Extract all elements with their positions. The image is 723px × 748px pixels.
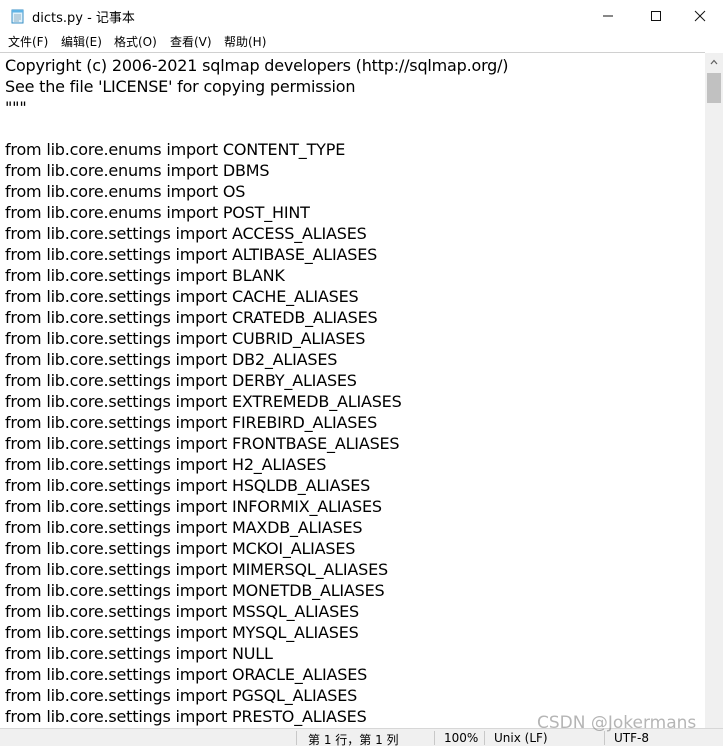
cursor-position: 第 1 行，第 1 列 [308,733,399,747]
watermark: CSDN @Jokermans [537,713,697,733]
text-line: from lib.core.settings import DERBY_ALIA… [5,371,357,390]
text-line: from lib.core.settings import CUBRID_ALI… [5,329,366,348]
text-line: from lib.core.enums import POST_HINT [5,203,310,222]
text-editor[interactable]: Copyright (c) 2006-2021 sqlmap developer… [0,52,705,729]
text-line: from lib.core.settings import ALTIBASE_A… [5,245,378,264]
text-line: from lib.core.settings import MAXDB_ALIA… [5,518,363,537]
status-separator [296,731,297,745]
text-line: from lib.core.settings import ORACLE_ALI… [5,665,368,684]
menu-edit[interactable]: 编辑(E) [61,34,102,50]
text-line: from lib.core.settings import NULL [5,644,273,663]
text-line: from lib.core.enums import CONTENT_TYPE [5,140,346,159]
vertical-scrollbar[interactable] [705,53,723,728]
text-line: from lib.core.settings import EXTREMEDB_… [5,392,402,411]
close-button[interactable] [677,0,723,32]
encoding: UTF-8 [614,731,649,745]
text-line: from lib.core.settings import DB2_ALIASE… [5,350,338,369]
title-bar[interactable]: dicts.py - 记事本 [0,0,723,32]
maximize-icon [651,11,661,21]
text-line: from lib.core.settings import PGSQL_ALIA… [5,686,358,705]
text-line: from lib.core.settings import CACHE_ALIA… [5,287,359,306]
text-line: from lib.core.settings import MSSQL_ALIA… [5,602,359,621]
text-line: from lib.core.enums import DBMS [5,161,270,180]
text-line: from lib.core.settings import FRONTBASE_… [5,434,400,453]
menu-bar: 文件(F) 编辑(E) 格式(O) 查看(V) 帮助(H) [0,32,723,52]
chevron-up-icon [710,59,718,65]
text-line: from lib.core.enums import OS [5,182,246,201]
menu-help[interactable]: 帮助(H) [224,34,266,50]
text-line: from lib.core.settings import CRATEDB_AL… [5,308,378,327]
text-line: from lib.core.settings import FIREBIRD_A… [5,413,378,432]
text-line: from lib.core.settings import MCKOI_ALIA… [5,539,356,558]
minimize-button[interactable] [585,0,631,32]
status-separator [604,731,605,745]
status-separator [434,731,435,745]
text-line: """ [5,98,27,117]
minimize-icon [603,15,613,17]
text-line: from lib.core.settings import MIMERSQL_A… [5,560,388,579]
menu-view[interactable]: 查看(V) [170,34,212,50]
text-line: See the file 'LICENSE' for copying permi… [5,77,356,96]
notepad-window: dicts.py - 记事本 文件(F) 编辑(E) 格式(O) 查看(V) 帮… [0,0,723,747]
zoom-level: 100% [444,731,479,745]
line-ending: Unix (LF) [494,731,548,745]
close-icon [694,10,706,22]
notepad-icon [11,9,24,24]
text-line: from lib.core.settings import PRESTO_ALI… [5,707,367,726]
menu-format[interactable]: 格式(O) [114,34,157,50]
text-line: from lib.core.settings import INFORMIX_A… [5,497,382,516]
text-line: from lib.core.settings import MYSQL_ALIA… [5,623,359,642]
maximize-button[interactable] [633,0,679,32]
menu-file[interactable]: 文件(F) [8,34,48,50]
scroll-up-button[interactable] [705,53,723,71]
text-line: from lib.core.settings import ACCESS_ALI… [5,224,367,243]
window-title: dicts.py - 记事本 [32,11,135,26]
scrollbar-thumb[interactable] [707,73,721,103]
text-line: from lib.core.settings import BLANK [5,266,285,285]
text-line: Copyright (c) 2006-2021 sqlmap developer… [5,56,509,75]
text-line: from lib.core.settings import H2_ALIASES [5,455,327,474]
text-line: from lib.core.settings import MONETDB_AL… [5,581,385,600]
text-line: from lib.core.settings import HSQLDB_ALI… [5,476,371,495]
status-separator [484,731,485,745]
